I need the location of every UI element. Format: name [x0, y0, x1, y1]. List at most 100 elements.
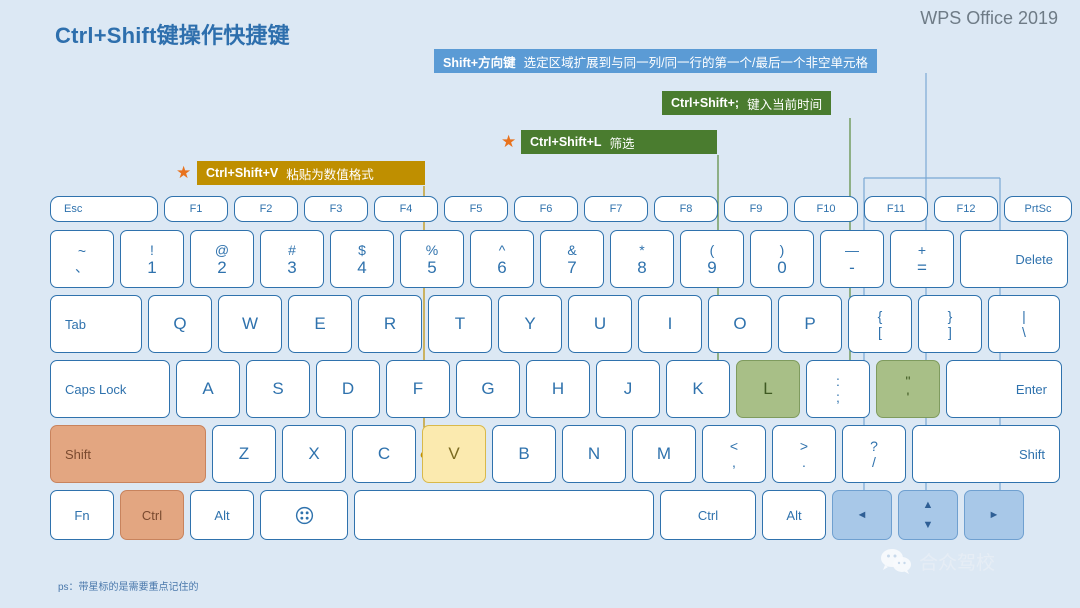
key-f10[interactable]: F10 [794, 196, 858, 222]
key-f2[interactable]: F2 [234, 196, 298, 222]
key-key[interactable]: >. [772, 425, 836, 483]
callout-ctrl-shift-l[interactable]: Ctrl+Shift+L 筛选 [521, 130, 717, 154]
key-esc[interactable]: Esc [50, 196, 158, 222]
key-label: J [623, 379, 633, 398]
key-prtsc[interactable]: PrtSc [1004, 196, 1072, 222]
key-b[interactable]: B [492, 425, 556, 483]
key-6[interactable]: ^ 6 [470, 230, 534, 288]
key-t[interactable]: T [428, 295, 492, 353]
key-label: Ctrl [141, 507, 163, 523]
key-label: W [241, 314, 259, 333]
key-f11[interactable]: F11 [864, 196, 928, 222]
key-p[interactable]: P [778, 295, 842, 353]
key-delete[interactable]: Delete [960, 230, 1068, 288]
key-alt[interactable]: Alt [762, 490, 826, 540]
key-caps-lock[interactable]: Caps Lock [50, 360, 170, 418]
key-g[interactable]: G [456, 360, 520, 418]
key-legend-upper: < [729, 438, 739, 454]
key-f[interactable]: F [386, 360, 450, 418]
key-r[interactable]: R [358, 295, 422, 353]
key-key[interactable]: | \ [988, 295, 1060, 353]
key-u[interactable]: U [568, 295, 632, 353]
key-d[interactable]: D [316, 360, 380, 418]
callout-ctrl-shift-v[interactable]: Ctrl+Shift+V 粘贴为数值格式 [197, 161, 425, 185]
key-h[interactable]: H [526, 360, 590, 418]
key-label: A [202, 379, 214, 398]
key-enter[interactable]: Enter [946, 360, 1062, 418]
key-shift[interactable]: Shift [50, 425, 206, 483]
key-ctrl[interactable]: Ctrl [120, 490, 184, 540]
keyboard: Esc F1 F2 F3 F4 F5 F6 F7 F8 F9 F10 F11 F12 PrtSc ~、! 1… [50, 196, 1072, 540]
key-2[interactable]: @2 [190, 230, 254, 288]
key-key[interactable]: }] [918, 295, 982, 353]
key-7[interactable]: & 7 [540, 230, 604, 288]
key-0[interactable]: ) 0 [750, 230, 814, 288]
keyboard-row-function: Esc F1 F2 F3 F4 F5 F6 F7 F8 F9 F10 F11 F12 PrtSc [50, 196, 1072, 222]
key-v[interactable]: V [422, 425, 486, 483]
arrow-updown-icon: ▲ ▼ [922, 498, 934, 531]
key-i[interactable]: I [638, 295, 702, 353]
key-key[interactable]: ~、 [50, 230, 114, 288]
key-s[interactable]: S [246, 360, 310, 418]
key-key[interactable]: + = [890, 230, 954, 288]
key-q[interactable]: Q [148, 295, 212, 353]
key-f1[interactable]: F1 [164, 196, 228, 222]
key-1[interactable]: ! 1 [120, 230, 184, 288]
key-key[interactable]: <, [702, 425, 766, 483]
keyboard-row-bottom: Fn Ctrl Alt Ctrl Alt ◄ ▲ ▼ ► [50, 490, 1072, 540]
key-label: R [383, 314, 397, 333]
key-y[interactable]: Y [498, 295, 562, 353]
key-key[interactable]: ? / [842, 425, 906, 483]
key-key[interactable]: :; [806, 360, 870, 418]
key-8[interactable]: * 8 [610, 230, 674, 288]
key-f6[interactable]: F6 [514, 196, 578, 222]
key-f8[interactable]: F8 [654, 196, 718, 222]
key-fn[interactable]: Fn [50, 490, 114, 540]
key-legend-lower: ] [948, 324, 952, 340]
key-legend-upper: ~ [77, 243, 87, 259]
key-j[interactable]: J [596, 360, 660, 418]
arrow-updown-key[interactable]: ▲ ▼ [898, 490, 958, 540]
key-key[interactable]: {[ [848, 295, 912, 353]
key-l[interactable]: L [736, 360, 800, 418]
key-m[interactable]: M [632, 425, 696, 483]
callout-desc: 选定区域扩展到与同一列/同一行的第一个/最后一个非空单元格 [523, 55, 869, 70]
key-c[interactable]: C [352, 425, 416, 483]
callout-ctrl-shift-semicolon[interactable]: Ctrl+Shift+; 键入当前时间 [662, 91, 832, 115]
key-legend-upper: # [288, 241, 296, 258]
key-f9[interactable]: F9 [724, 196, 788, 222]
key-e[interactable]: E [288, 295, 352, 353]
key-n[interactable]: N [562, 425, 626, 483]
key-legend-lower: 1 [147, 257, 157, 277]
key-a[interactable]: A [176, 360, 240, 418]
key-4[interactable]: $4 [330, 230, 394, 288]
key-5[interactable]: % 5 [400, 230, 464, 288]
key-f5[interactable]: F5 [444, 196, 508, 222]
key-x[interactable]: X [282, 425, 346, 483]
key-k[interactable]: K [666, 360, 730, 418]
arrow-right-key[interactable]: ► [964, 490, 1024, 540]
key-f4[interactable]: F4 [374, 196, 438, 222]
callout-shift-arrow-keys[interactable]: Shift+方向键 选定区域扩展到与同一列/同一行的第一个/最后一个非空单元格 [434, 49, 878, 73]
key-shift[interactable]: Shift [912, 425, 1060, 483]
key-label: Enter [1015, 381, 1047, 397]
key-f7[interactable]: F7 [584, 196, 648, 222]
key-label: M [656, 444, 672, 463]
key-o[interactable]: O [708, 295, 772, 353]
key-9[interactable]: (9 [680, 230, 744, 288]
key-tab[interactable]: Tab [50, 295, 142, 353]
key-key[interactable]: — - [820, 230, 884, 288]
key-w[interactable]: W [218, 295, 282, 353]
key-f12[interactable]: F12 [934, 196, 998, 222]
key-alt[interactable]: Alt [190, 490, 254, 540]
key-key[interactable]: " ' [876, 360, 940, 418]
dots-circle-key[interactable] [260, 490, 348, 540]
key-3[interactable]: #3 [260, 230, 324, 288]
space-key[interactable] [354, 490, 654, 540]
key-label: F8 [679, 203, 693, 215]
arrow-left-icon: ◄ [856, 508, 868, 521]
key-f3[interactable]: F3 [304, 196, 368, 222]
key-z[interactable]: Z [212, 425, 276, 483]
arrow-left-key[interactable]: ◄ [832, 490, 892, 540]
key-ctrl[interactable]: Ctrl [660, 490, 756, 540]
